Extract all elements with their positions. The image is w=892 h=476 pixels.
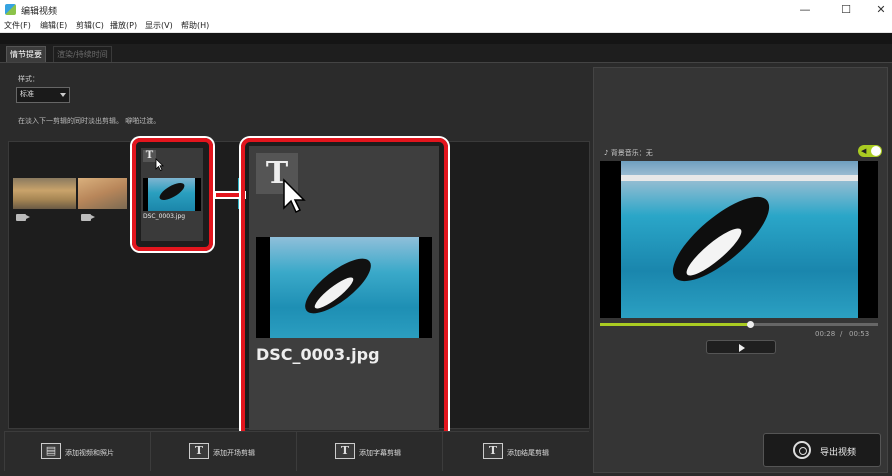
menu-help[interactable]: 帮助(H) xyxy=(181,20,209,32)
maximize-button[interactable]: ☐ xyxy=(829,1,863,19)
highlight-box-enlarged xyxy=(241,138,448,439)
window-title: 编辑视频 xyxy=(21,7,58,17)
menu-clip[interactable]: 剪辑(C) xyxy=(76,20,104,32)
highlight-box-small xyxy=(132,138,213,251)
tab-bar: 情节提要 渲染/持续时间 xyxy=(0,44,892,63)
total-time: 00:53 xyxy=(849,330,870,338)
film-reel-icon xyxy=(793,441,811,459)
speaker-icon: ◀ xyxy=(861,147,867,155)
add-opening-clip-button[interactable]: T 添加开场剪辑 xyxy=(150,431,297,471)
clip-thumbnail-2[interactable] xyxy=(78,178,127,209)
title-bar: 编辑视频 — ☐ ✕ xyxy=(0,0,892,20)
minimize-button[interactable]: — xyxy=(788,1,822,19)
export-video-label: 导出视频 xyxy=(820,448,857,458)
title-clip-icon: T xyxy=(189,443,209,459)
toggle-knob xyxy=(871,146,881,156)
ending-clip-icon: T xyxy=(483,443,503,459)
background-music-label: ♪ 背景音乐：无 xyxy=(604,149,653,157)
menu-file[interactable]: 文件(F) xyxy=(4,20,31,32)
chevron-down-icon xyxy=(60,93,66,97)
add-media-button[interactable]: ▤ 添加视频和照片 xyxy=(4,431,151,471)
style-dropdown[interactable]: 标准 xyxy=(16,87,70,103)
time-separator: / xyxy=(840,330,843,338)
seek-progress xyxy=(600,323,751,326)
menu-bar: 文件(F) 编辑(E) 剪辑(C) 播放(P) 显示(V) 帮助(H) xyxy=(0,20,892,33)
highlight-connector xyxy=(216,193,244,197)
style-label: 样式： xyxy=(18,75,39,83)
style-dropdown-value: 标准 xyxy=(20,90,34,98)
app-icon xyxy=(5,4,16,15)
menu-play[interactable]: 播放(P) xyxy=(110,20,137,32)
clip-thumbnail-1[interactable] xyxy=(13,178,76,209)
add-media-icon: ▤ xyxy=(41,443,61,459)
add-ending-clip-button[interactable]: T 添加结尾剪辑 xyxy=(442,431,590,471)
seek-bar[interactable] xyxy=(600,321,878,328)
tab-storyboard[interactable]: 情节提要 xyxy=(6,46,46,62)
current-time: 00:28 xyxy=(815,330,836,338)
video-camera-icon xyxy=(81,214,95,221)
menu-edit[interactable]: 编辑(E) xyxy=(40,20,67,32)
add-media-label: 添加视频和照片 xyxy=(65,449,114,457)
video-preview xyxy=(600,161,878,318)
add-caption-clip-label: 添加字幕剪辑 xyxy=(359,449,401,457)
export-video-button[interactable]: 导出视频 xyxy=(763,433,881,467)
caption-clip-icon: T xyxy=(335,443,355,459)
video-camera-icon xyxy=(16,214,30,221)
toolbar-band xyxy=(0,33,892,44)
tab-render-duration[interactable]: 渲染/持续时间 xyxy=(53,46,112,62)
add-ending-clip-label: 添加结尾剪辑 xyxy=(507,449,549,457)
music-toggle[interactable]: ◀ xyxy=(858,145,882,157)
menu-view[interactable]: 显示(V) xyxy=(145,20,173,32)
add-opening-clip-label: 添加开场剪辑 xyxy=(213,449,255,457)
add-caption-clip-button[interactable]: T 添加字幕剪辑 xyxy=(296,431,443,471)
play-button[interactable] xyxy=(706,340,776,354)
close-button[interactable]: ✕ xyxy=(864,1,892,19)
style-hint: 在淡入下一剪辑的同时淡出剪辑。 噼啪过渡。 xyxy=(18,117,161,125)
play-icon xyxy=(739,344,745,352)
